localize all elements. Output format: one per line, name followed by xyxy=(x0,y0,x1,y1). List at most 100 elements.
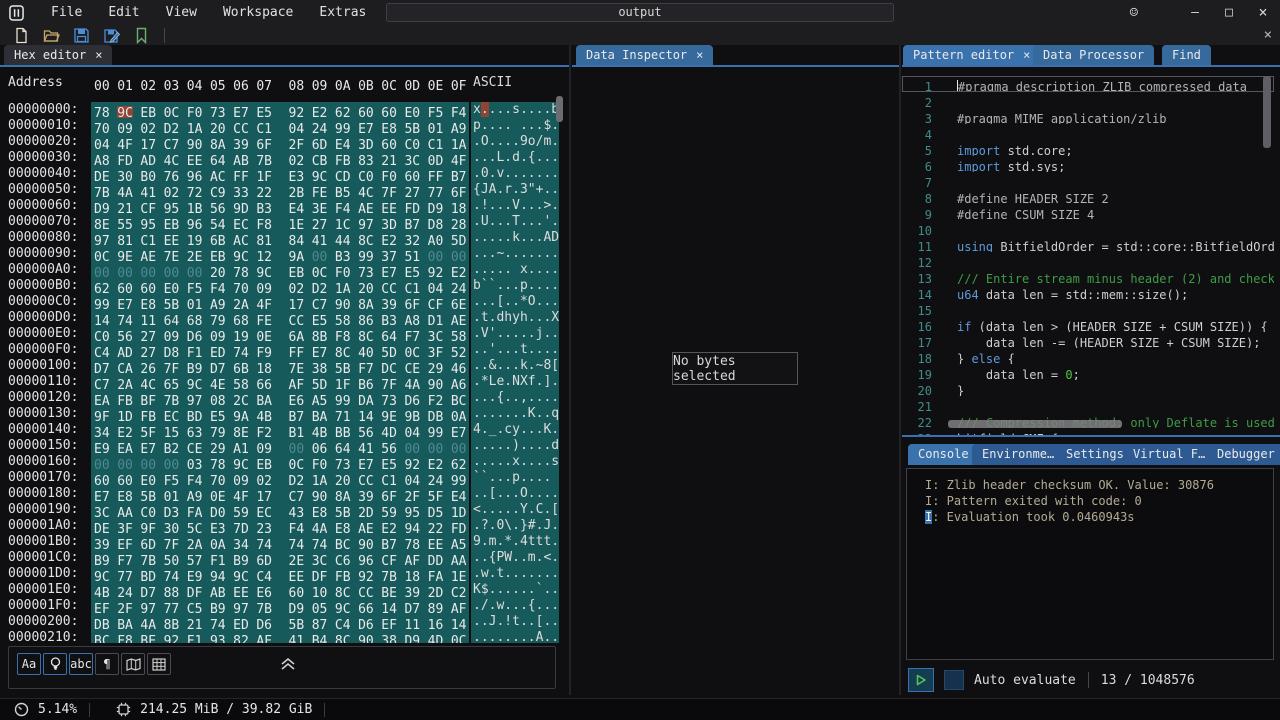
tab-close-icon[interactable]: × xyxy=(696,48,703,62)
ascii-cell[interactable]: ...[..*O....9o.n xyxy=(471,294,559,310)
code-line-10[interactable]: 10 xyxy=(902,220,1274,236)
ascii-cell[interactable]: ...L.d.{....!<.O xyxy=(471,150,559,166)
ascii-cell[interactable]: .w.t........{... xyxy=(471,566,559,582)
console-tab-console[interactable]: Console xyxy=(908,444,979,465)
tab-data-processor[interactable]: Data Processor xyxy=(1033,45,1154,65)
ascii-cell[interactable]: ..... x....s.... xyxy=(471,262,559,278)
pattern-hscrollbar-thumb[interactable] xyxy=(948,420,1122,428)
close-button[interactable]: × xyxy=(1246,0,1280,25)
ascii-cell[interactable]: .t.dhyh...X..... xyxy=(471,310,559,326)
code-line-3[interactable]: 3#pragma MIME application/zlib xyxy=(902,108,1274,124)
hex-byte[interactable]: BC xyxy=(94,634,117,643)
font-case-button[interactable]: Aa xyxy=(17,653,41,675)
ascii-cell[interactable]: ..J.!t..[....... xyxy=(471,614,559,630)
collapse-footer-button[interactable] xyxy=(273,651,303,677)
panel-divider[interactable] xyxy=(899,45,901,695)
ascii-cell[interactable]: .......K..q..... xyxy=(471,406,559,422)
code-line-8[interactable]: 8#define HEADER_SIZE 2 xyxy=(902,188,1274,204)
tab-data-inspector[interactable]: Data Inspector× xyxy=(576,45,713,65)
menu-view[interactable]: View xyxy=(153,0,210,25)
code-line-20[interactable]: 20} xyxy=(902,380,1274,396)
bookmark-icon[interactable] xyxy=(133,27,150,44)
code-line-5[interactable]: 5import std.core; xyxy=(902,140,1274,156)
code-line-2[interactable]: 2 xyxy=(902,92,1274,108)
code-line-15[interactable]: 15 xyxy=(902,300,1274,316)
ascii-cell[interactable]: ..&...k.~8[...)F xyxy=(471,358,559,374)
hex-byte[interactable]: 90 xyxy=(358,634,381,643)
ascii-cell[interactable]: 4._.cy...K.VM... xyxy=(471,422,559,438)
maximize-button[interactable]: □ xyxy=(1212,0,1246,25)
panel-close-icon[interactable]: × xyxy=(1264,27,1272,43)
code-line-12[interactable]: 12 xyxy=(902,252,1274,268)
grid-button[interactable] xyxy=(147,653,171,675)
ascii-cell[interactable]: .....)....dAV... xyxy=(471,438,559,454)
hex-byte[interactable]: 93 xyxy=(210,634,233,643)
pattern-vscrollbar-thumb[interactable] xyxy=(1263,76,1271,148)
hex-byte[interactable]: B4 xyxy=(312,634,335,643)
panel-divider[interactable] xyxy=(569,45,571,695)
code-line-19[interactable]: 19 data_len = 0; xyxy=(902,364,1274,380)
hex-byte[interactable]: 38 xyxy=(381,634,404,643)
ascii-cell[interactable]: ./.w...{...f.... xyxy=(471,598,559,614)
new-file-icon[interactable] xyxy=(13,27,30,44)
ascii-cell[interactable]: p.... ...$...[.. xyxy=(471,118,559,134)
feedback-smiley-icon[interactable]: ☺ xyxy=(1130,5,1138,21)
hex-byte[interactable]: 41 xyxy=(289,634,312,643)
menu-extras[interactable]: Extras xyxy=(306,0,379,25)
ascii-cell[interactable]: .?.0\.}#.J....". xyxy=(471,518,559,534)
ascii-cell[interactable]: 9.m.*.4ttt...x.. xyxy=(471,534,559,550)
ascii-cell[interactable]: .....k...AD..2.] xyxy=(471,230,559,246)
tab-close-icon[interactable]: × xyxy=(1023,48,1030,62)
ascii-cell[interactable]: ..[...O....9o/_. xyxy=(471,486,559,502)
hex-byte[interactable]: 8C xyxy=(335,634,358,643)
tab-hex-editor[interactable]: Hex editor× xyxy=(4,45,112,65)
code-line-9[interactable]: 9#define CSUM_SIZE 4 xyxy=(902,204,1274,220)
ascii-cell[interactable]: <.....Y.C.[-Y... xyxy=(471,502,559,518)
code-line-6[interactable]: 6import std.sys; xyxy=(902,156,1274,172)
ascii-cell[interactable]: x....s....b``... xyxy=(471,102,559,118)
ascii-cell[interactable]: .*Le.NXf.]...J.. xyxy=(471,374,559,390)
auto-evaluate-checkbox[interactable] xyxy=(944,670,964,690)
code-line-14[interactable]: 14u64 data_len = std::mem::size(); xyxy=(902,284,1274,300)
ascii-cell[interactable]: ........A...8.M. xyxy=(471,630,559,643)
save-icon[interactable] xyxy=(73,27,90,44)
hex-byte[interactable]: 82 xyxy=(233,634,256,643)
ascii-cell[interactable]: ...~........7Q.. xyxy=(471,246,559,262)
evaluate-play-button[interactable] xyxy=(908,668,934,692)
ascii-cell[interactable]: .!...V...>...... xyxy=(471,198,559,214)
console-tab-virtual-f-[interactable]: Virtual F… xyxy=(1123,444,1215,465)
ascii-cell[interactable]: .U...T...'..=..( xyxy=(471,214,559,230)
hex-byte[interactable]: F8 xyxy=(117,634,140,643)
hex-byte[interactable]: BE xyxy=(140,634,163,643)
hex-byte[interactable]: F1 xyxy=(187,634,210,643)
pattern-code-editor[interactable]: 1#pragma description ZLIB compressed dat… xyxy=(902,76,1274,436)
console-tab-environme-[interactable]: Environme… xyxy=(972,444,1064,465)
code-line-18[interactable]: 18} else { xyxy=(902,348,1274,364)
code-line-13[interactable]: 13/// Entire stream minus header (2) and… xyxy=(902,268,1274,284)
ascii-cell[interactable]: .O....9o/m.=`... xyxy=(471,134,559,150)
pattern-console-splitter[interactable] xyxy=(902,435,1280,437)
highlight-bulb-button[interactable] xyxy=(43,653,67,675)
hex-byte[interactable]: D9 xyxy=(404,634,427,643)
paragraph-button[interactable]: ¶ xyxy=(95,653,119,675)
hex-byte[interactable]: 4D xyxy=(428,634,451,643)
ascii-cell[interactable]: K$......`....9-. xyxy=(471,582,559,598)
ascii-cell[interactable]: ..'...t....@].?R xyxy=(471,342,559,358)
ascii-cell[interactable]: ..{PW..m.<...... xyxy=(471,550,559,566)
menu-file[interactable]: File xyxy=(38,0,95,25)
minimap-button[interactable] xyxy=(121,653,145,675)
ascii-cell[interactable]: ...{..,.....s... xyxy=(471,390,559,406)
minimize-button[interactable]: – xyxy=(1178,0,1212,25)
ascii-cell[interactable]: ``...p.... ...$. xyxy=(471,470,559,486)
ascii-cell[interactable]: .....x....s....b xyxy=(471,454,559,470)
save-as-icon[interactable] xyxy=(103,27,120,44)
ascii-cell[interactable]: {JA.r.3"+..L.'wo xyxy=(471,182,559,198)
code-line-21[interactable]: 21 xyxy=(902,396,1274,412)
ascii-cell[interactable]: .V'.....j...d.<X xyxy=(471,326,559,342)
code-line-1[interactable]: 1#pragma description ZLIB compressed dat… xyxy=(902,76,1274,92)
code-line-11[interactable]: 11using BitfieldOrder = std::core::Bitfi… xyxy=(902,236,1274,252)
menu-edit[interactable]: Edit xyxy=(95,0,152,25)
tab-find[interactable]: Find xyxy=(1162,45,1211,65)
ascii-cell[interactable]: b``...p.... ...$ xyxy=(471,278,559,294)
console-tab-debugger[interactable]: Debugger xyxy=(1207,444,1280,465)
